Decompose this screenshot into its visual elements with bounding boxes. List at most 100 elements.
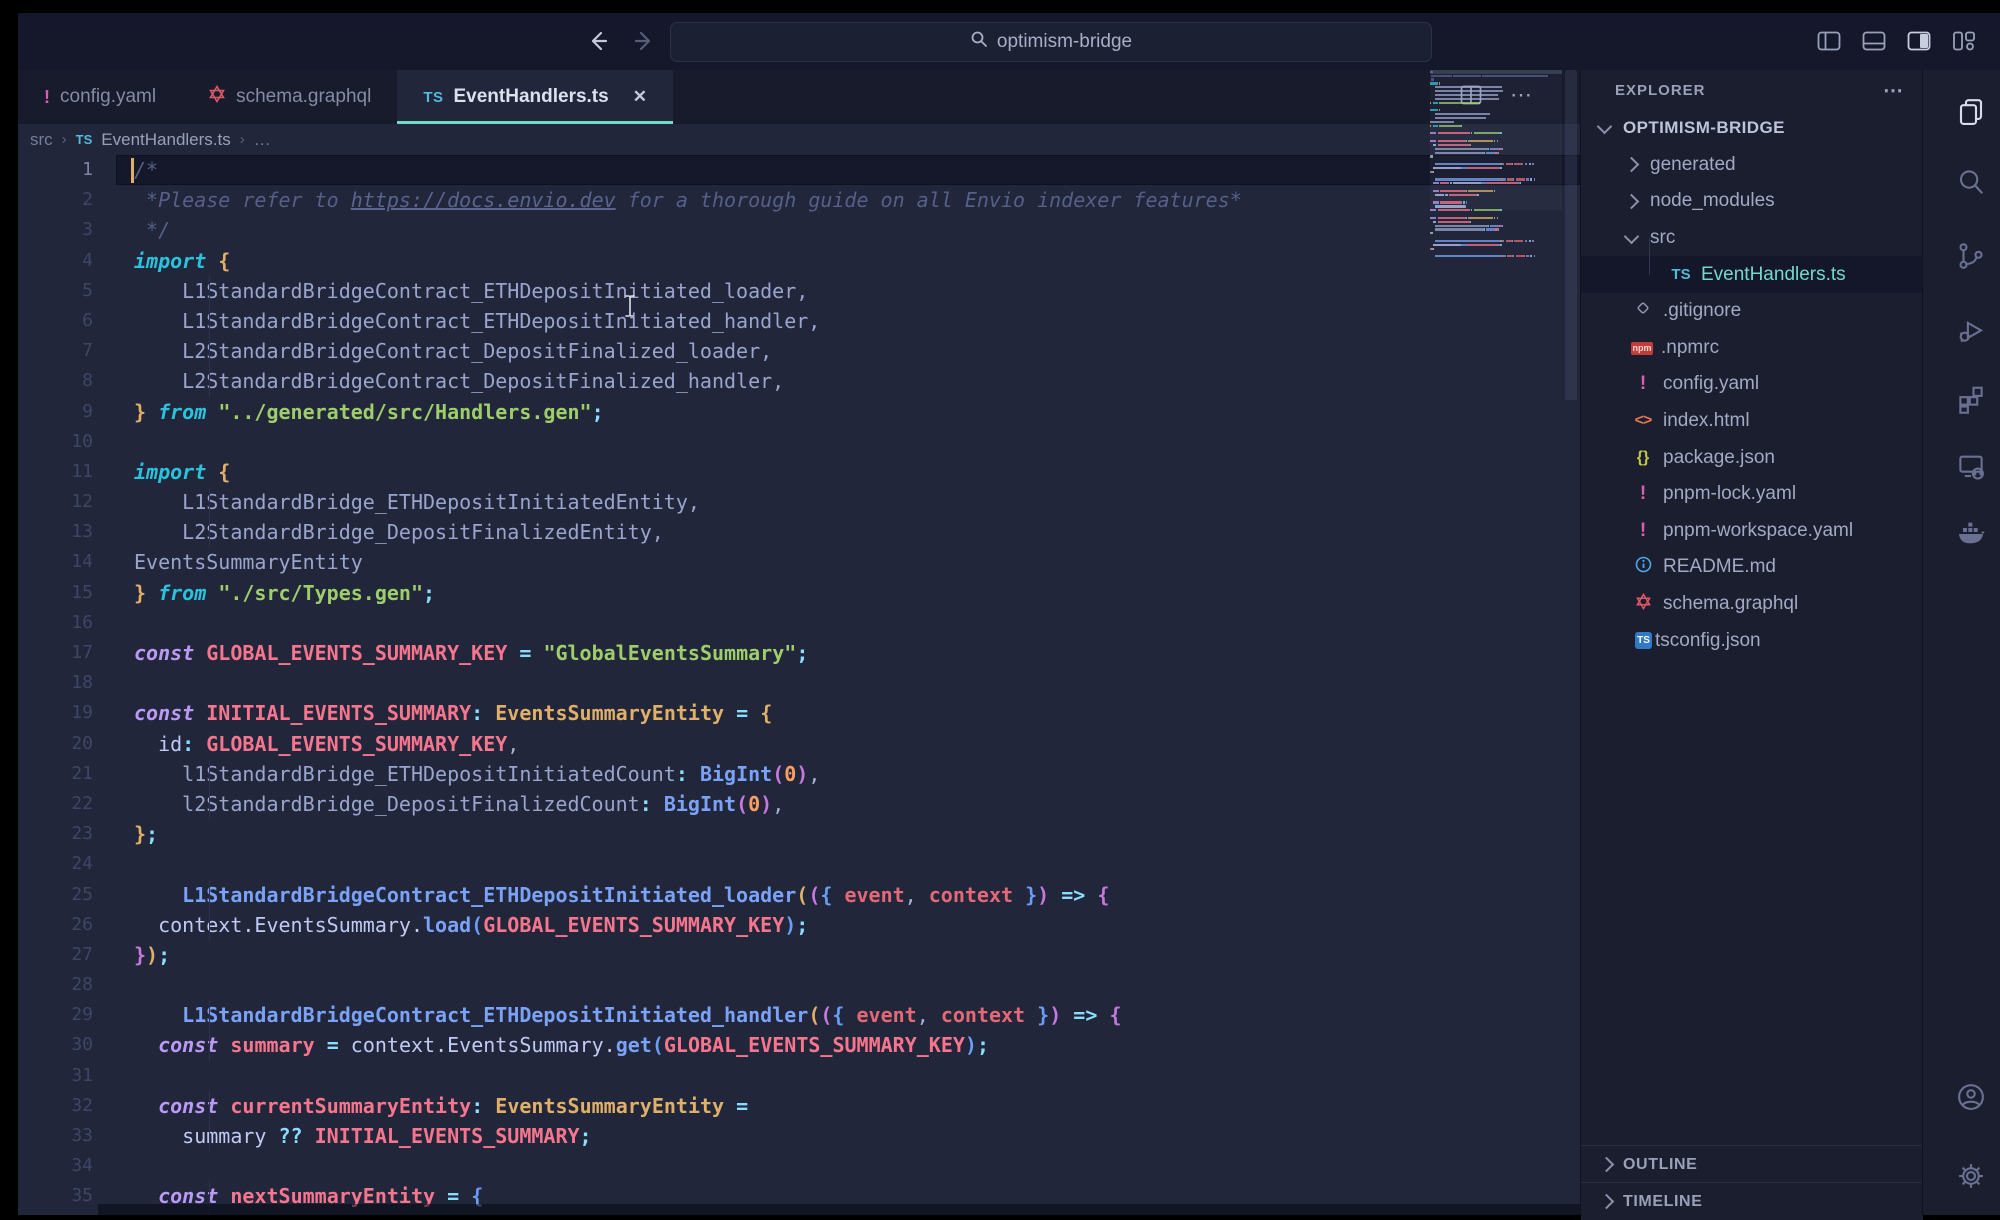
code-line-34[interactable]: 34 [18,1151,1580,1181]
minimap-slider[interactable] [1430,70,1562,210]
tree-section-OPTIMISM-BRIDGE[interactable]: OPTIMISM-BRIDGE [1581,110,1923,147]
code-line-28[interactable]: 28 [18,970,1580,1000]
tab-EventHandlers.ts[interactable]: TSEventHandlers.ts✕ [397,70,673,124]
code-line-17[interactable]: 17const GLOBAL_EVENTS_SUMMARY_KEY = "Glo… [18,638,1580,668]
docker-icon[interactable] [1923,504,2000,560]
command-center-search[interactable]: optimism-bridge [670,22,1432,62]
line-number[interactable]: 8 [18,366,116,396]
line-number[interactable]: 15 [18,578,116,608]
tree-item-EventHandlers.ts[interactable]: TSEventHandlers.ts [1581,256,1923,293]
code-line-2[interactable]: 2 *Please refer to https://docs.envio.de… [18,185,1580,215]
code-line-21[interactable]: 21 l1StandardBridge_ETHDepositInitiatedC… [18,759,1580,789]
line-number[interactable]: 4 [18,246,116,276]
tree-item-pnpm-lock.yaml[interactable]: !pnpm-lock.yaml [1581,476,1923,513]
code-line-5[interactable]: 5 L1StandardBridgeContract_ETHDepositIni… [18,276,1580,306]
line-number[interactable]: 16 [18,608,116,638]
tree-item-package.json[interactable]: {}package.json [1581,439,1923,476]
code-line-20[interactable]: 20 id: GLOBAL_EVENTS_SUMMARY_KEY, [18,729,1580,759]
line-number[interactable]: 21 [18,759,116,789]
line-number[interactable]: 18 [18,668,116,698]
tree-item-generated[interactable]: generated [1581,147,1923,184]
code-line-8[interactable]: 8 L2StandardBridgeContract_DepositFinali… [18,366,1580,396]
line-number[interactable]: 29 [18,1000,116,1030]
tree-item-pnpm-workspace.yaml[interactable]: !pnpm-workspace.yaml [1581,513,1923,550]
breadcrumb-root[interactable]: src [30,130,53,150]
tree-item-src[interactable]: src [1581,220,1923,257]
line-number[interactable]: 27 [18,940,116,970]
line-number[interactable]: 17 [18,638,116,668]
code-line-6[interactable]: 6 L1StandardBridgeContract_ETHDepositIni… [18,306,1580,336]
tree-item-node_modules[interactable]: node_modules [1581,183,1923,220]
explorer-icon[interactable] [1923,84,2000,140]
code-line-31[interactable]: 31 [18,1061,1580,1091]
code-line-7[interactable]: 7 L2StandardBridgeContract_DepositFinali… [18,336,1580,366]
code-line-23[interactable]: 23}; [18,819,1580,849]
line-number[interactable]: 25 [18,880,116,910]
line-number[interactable]: 24 [18,849,116,879]
line-number[interactable]: 7 [18,336,116,366]
line-number[interactable]: 2 [18,185,116,215]
horizontal-scrollbar[interactable] [98,1204,1580,1215]
code-line-1[interactable]: 1/* [18,155,1580,185]
line-number[interactable]: 32 [18,1091,116,1121]
line-number[interactable]: 11 [18,457,116,487]
code-line-26[interactable]: 26 context.EventsSummary.load(GLOBAL_EVE… [18,910,1580,940]
toggle-left-sidebar-icon[interactable] [1815,27,1843,55]
tree-item-.gitignore[interactable]: .gitignore [1581,293,1923,330]
vertical-scrollbar[interactable] [1562,70,1580,1215]
toggle-right-sidebar-icon[interactable] [1905,27,1933,55]
line-number[interactable]: 1 [18,155,116,185]
code-line-30[interactable]: 30 const summary = context.EventsSummary… [18,1030,1580,1060]
code-line-12[interactable]: 12 L1StandardBridge_ETHDepositInitiatedE… [18,487,1580,517]
run-debug-icon[interactable] [1923,303,2000,359]
tree-item-index.html[interactable]: <>index.html [1581,403,1923,440]
line-number[interactable]: 20 [18,729,116,759]
line-number[interactable]: 5 [18,276,116,306]
code-line-27[interactable]: 27}); [18,940,1580,970]
line-number[interactable]: 23 [18,819,116,849]
tree-item-.npmrc[interactable]: npm.npmrc [1581,330,1923,367]
line-number[interactable]: 10 [18,427,116,457]
line-number[interactable]: 30 [18,1030,116,1060]
line-number[interactable]: 34 [18,1151,116,1181]
code-editor[interactable]: 1/*2 *Please refer to https://docs.envio… [18,155,1580,1215]
search-icon[interactable] [1923,154,2000,210]
tree-item-README.md[interactable]: README.md [1581,549,1923,586]
settings-icon[interactable] [1923,1148,2000,1204]
code-line-4[interactable]: 4import { [18,246,1580,276]
toggle-panel-icon[interactable] [1860,27,1888,55]
tab-schema.graphql[interactable]: schema.graphql [182,70,397,124]
code-line-29[interactable]: 29 L1StandardBridgeContract_ETHDepositIn… [18,1000,1580,1030]
line-number[interactable]: 14 [18,547,116,577]
code-line-13[interactable]: 13 L2StandardBridge_DepositFinalizedEnti… [18,517,1580,547]
section-timeline[interactable]: TIMELINE [1581,1182,1923,1220]
line-number[interactable]: 12 [18,487,116,517]
close-tab-icon[interactable]: ✕ [633,87,647,107]
remote-explorer-icon[interactable] [1923,438,2000,494]
forward-arrow-icon[interactable] [630,27,658,55]
code-line-24[interactable]: 24 [18,849,1580,879]
code-line-16[interactable]: 16 [18,608,1580,638]
account-icon[interactable] [1923,1069,2000,1125]
tree-item-tsconfig.json[interactable]: TStsconfig.json [1581,622,1923,659]
extensions-icon[interactable] [1923,371,2000,427]
line-number[interactable]: 6 [18,306,116,336]
line-number[interactable]: 13 [18,517,116,547]
breadcrumb-file[interactable]: EventHandlers.ts [101,130,230,150]
code-line-10[interactable]: 10 [18,427,1580,457]
tree-item-schema.graphql[interactable]: schema.graphql [1581,586,1923,623]
breadcrumb-tail[interactable]: … [254,130,271,150]
line-number[interactable]: 26 [18,910,116,940]
section-outline[interactable]: OUTLINE [1581,1145,1923,1183]
code-line-3[interactable]: 3 */ [18,215,1580,245]
code-line-25[interactable]: 25 L1StandardBridgeContract_ETHDepositIn… [18,880,1580,910]
code-line-15[interactable]: 15} from "./src/Types.gen"; [18,578,1580,608]
line-number[interactable]: 9 [18,397,116,427]
code-line-22[interactable]: 22 l2StandardBridge_DepositFinalizedCoun… [18,789,1580,819]
code-line-19[interactable]: 19const INITIAL_EVENTS_SUMMARY: EventsSu… [18,698,1580,728]
scrollbar-thumb[interactable] [1565,70,1577,400]
source-control-icon[interactable] [1923,228,2000,284]
line-number[interactable]: 33 [18,1121,116,1151]
line-number[interactable]: 28 [18,970,116,1000]
line-number[interactable]: 22 [18,789,116,819]
